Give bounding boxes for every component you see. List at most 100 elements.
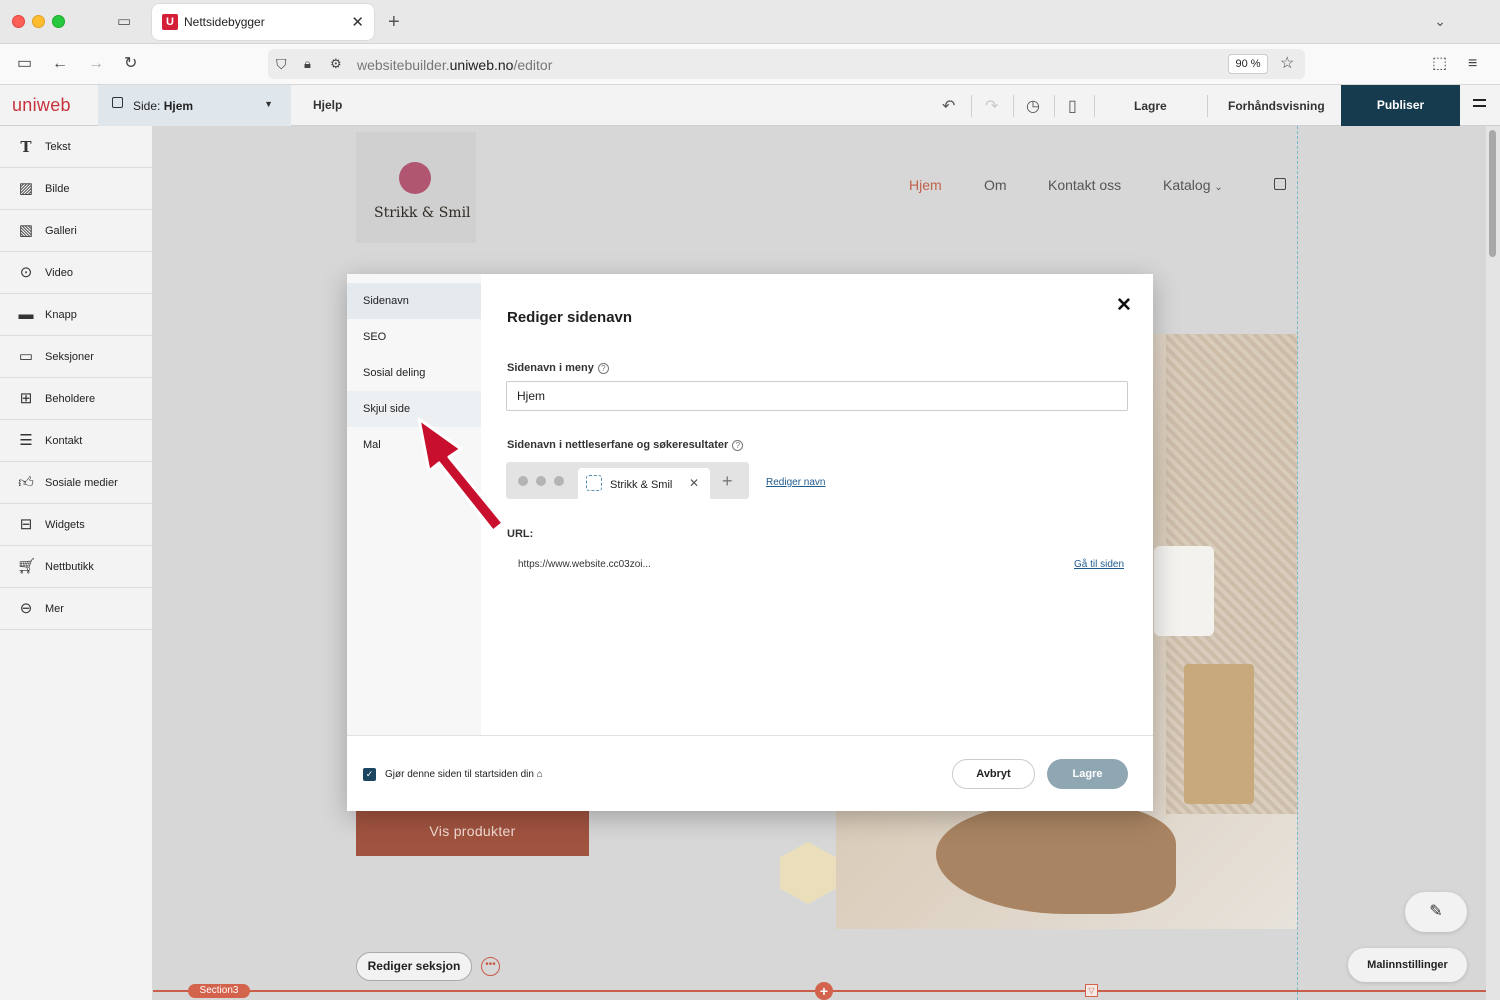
site-nav-om[interactable]: Om bbox=[984, 177, 1007, 193]
extensions-icon[interactable]: ⬚ bbox=[1432, 55, 1447, 73]
help-circle-icon[interactable]: ? bbox=[732, 440, 744, 451]
bookmark-star-icon[interactable]: ☆ bbox=[1280, 55, 1294, 73]
widgets-icon: ⊟ bbox=[19, 516, 33, 533]
sidebar-item-tekst[interactable]: T Tekst bbox=[0, 126, 152, 168]
sidebar-item-mer[interactable]: ⊖ Mer bbox=[0, 588, 152, 630]
help-circle-icon[interactable]: ? bbox=[597, 363, 609, 374]
window-dot bbox=[536, 476, 546, 486]
undo-icon[interactable]: ↶ bbox=[942, 96, 955, 116]
edit-name-link[interactable]: Rediger navn bbox=[766, 477, 825, 488]
containers-icon: ⊞ bbox=[19, 390, 33, 407]
tab-sidenavn[interactable]: Sidenavn bbox=[347, 283, 481, 319]
favicon-placeholder-icon[interactable] bbox=[586, 475, 602, 491]
sidebar-item-knapp[interactable]: ▬ Knapp bbox=[0, 294, 152, 336]
menu-name-input[interactable] bbox=[506, 381, 1128, 411]
sidebar-item-galleri[interactable]: ▧ Galleri bbox=[0, 210, 152, 252]
shield-icon[interactable]: ⛉ bbox=[276, 55, 287, 73]
page-icon bbox=[112, 97, 123, 108]
annotation-arrow bbox=[417, 417, 505, 533]
tab-title: Nettsidebygger bbox=[184, 15, 265, 29]
permissions-icon[interactable]: ⚙︎ bbox=[330, 55, 342, 73]
sidebar-item-nettbutikk[interactable]: 🛒︎ Nettbutikk bbox=[0, 546, 152, 588]
browser-tab[interactable]: U Nettsidebygger ✕ bbox=[152, 4, 374, 40]
sidebar-item-sosiale-medier[interactable]: 👍︎ Sosiale medier bbox=[0, 462, 152, 504]
save-button[interactable]: Lagre bbox=[1134, 99, 1167, 113]
boot-shape bbox=[936, 804, 1176, 914]
close-icon[interactable]: ✕ bbox=[1116, 294, 1132, 317]
site-nav-katalog[interactable]: Katalog ⌄ bbox=[1163, 177, 1223, 193]
tea-bag-shape bbox=[1184, 664, 1254, 804]
history-icon[interactable]: ◷ bbox=[1026, 96, 1040, 116]
contact-icon: ☰ bbox=[19, 432, 33, 449]
button-icon: ▬ bbox=[18, 306, 34, 323]
sidebar-item-seksjoner[interactable]: ▭ Seksjoner bbox=[0, 336, 152, 378]
hamburger-menu-icon[interactable] bbox=[1473, 99, 1486, 111]
minimize-window-button[interactable] bbox=[32, 15, 45, 28]
lock-icon[interactable]: 🔒︎ bbox=[304, 55, 311, 73]
mobile-view-icon[interactable]: ▯ bbox=[1068, 96, 1077, 116]
tab-sosial-deling[interactable]: Sosial deling bbox=[347, 355, 481, 391]
browser-tab-preview: Strikk & Smil ✕ + bbox=[506, 462, 749, 499]
style-brush-icon[interactable]: ✎ bbox=[1405, 892, 1467, 932]
maximize-window-button[interactable] bbox=[52, 15, 65, 28]
close-icon: ✕ bbox=[689, 476, 700, 490]
sidebar-item-bilde[interactable]: ▨ Bilde bbox=[0, 168, 152, 210]
more-options-icon[interactable]: ••• bbox=[481, 957, 500, 976]
close-window-button[interactable] bbox=[12, 15, 25, 28]
startpage-checkbox[interactable]: ✓ bbox=[363, 768, 376, 781]
app-menu-icon[interactable]: ≡ bbox=[1468, 55, 1477, 73]
uniweb-favicon-icon: U bbox=[162, 14, 178, 30]
edit-section-button[interactable]: Rediger seksjon bbox=[356, 952, 472, 981]
browser-titlebar: ▭ U Nettsidebygger ✕ + ⌄ bbox=[0, 0, 1500, 44]
close-tab-icon[interactable]: ✕ bbox=[351, 13, 364, 31]
tab-seo[interactable]: SEO bbox=[347, 319, 481, 355]
url-text[interactable]: websitebuilder.uniweb.no/editor bbox=[357, 57, 552, 73]
move-section-down-icon[interactable]: ▽ bbox=[1085, 984, 1098, 997]
back-icon[interactable]: ← bbox=[52, 55, 68, 73]
sidebar-item-kontakt[interactable]: ☰ Kontakt bbox=[0, 420, 152, 462]
gallery-icon: ▧ bbox=[18, 222, 34, 239]
sections-icon: ▭ bbox=[18, 348, 34, 365]
save-dialog-button[interactable]: Lagre bbox=[1047, 759, 1128, 789]
thumbs-up-icon: 👍︎ bbox=[18, 474, 34, 491]
page-selector[interactable]: Side: Hjem ▼ bbox=[98, 85, 291, 126]
browser-name-label: Sidenavn i nettleserfane og søkeresultat… bbox=[507, 439, 744, 451]
zoom-level[interactable]: 90 % bbox=[1228, 54, 1268, 74]
template-settings-button[interactable]: Malinnstillinger bbox=[1348, 948, 1467, 982]
home-icon: ⌂ bbox=[536, 769, 543, 780]
sidebar-item-widgets[interactable]: ⊟ Widgets bbox=[0, 504, 152, 546]
cancel-button[interactable]: Avbryt bbox=[952, 759, 1035, 789]
site-nav-kontakt[interactable]: Kontakt oss bbox=[1048, 177, 1121, 193]
shopping-bag-icon[interactable] bbox=[1274, 178, 1286, 190]
publish-button[interactable]: Publiser bbox=[1341, 85, 1460, 126]
section-tag[interactable]: Section3 bbox=[188, 984, 250, 998]
redo-icon[interactable]: ↷ bbox=[985, 96, 998, 116]
startpage-label[interactable]: Gjør denne siden til startsiden din ⌂ bbox=[385, 769, 543, 780]
mug-shape bbox=[1154, 546, 1214, 636]
vertical-scrollbar[interactable] bbox=[1486, 126, 1500, 1000]
forward-icon[interactable]: → bbox=[88, 55, 104, 73]
help-button[interactable]: Hjelp bbox=[313, 98, 342, 112]
go-to-page-link[interactable]: Gå til siden bbox=[1074, 559, 1124, 570]
site-nav-hjem[interactable]: Hjem bbox=[909, 177, 942, 193]
preview-button[interactable]: Forhåndsvisning bbox=[1228, 99, 1325, 113]
chevron-down-icon: ⌄ bbox=[1214, 182, 1223, 193]
address-bar[interactable]: ⛉ 🔒︎ ⚙︎ websitebuilder.uniweb.no/editor … bbox=[268, 49, 1305, 79]
elements-sidebar: T Tekst ▨ Bilde ▧ Galleri ⊙ Video ▬ Knapp ▭ Se… bbox=[0, 126, 153, 1000]
new-tab-icon[interactable]: + bbox=[388, 12, 400, 32]
site-logo[interactable]: Strikk & Smil bbox=[356, 132, 476, 243]
reload-icon[interactable]: ↻ bbox=[124, 55, 137, 73]
cart-icon: 🛒︎ bbox=[17, 558, 37, 575]
site-name: Strikk & Smil bbox=[374, 205, 471, 221]
image-icon: ▨ bbox=[18, 180, 34, 197]
chevron-down-icon[interactable]: ⌄ bbox=[1434, 13, 1446, 30]
more-icon: ⊖ bbox=[19, 600, 33, 617]
add-section-icon[interactable]: + bbox=[815, 982, 833, 1000]
sidebar-item-beholdere[interactable]: ⊞ Beholdere bbox=[0, 378, 152, 420]
tab-overview-icon[interactable]: ▭ bbox=[117, 14, 131, 30]
hexagon-decoration bbox=[780, 842, 836, 904]
scrollbar-thumb[interactable] bbox=[1489, 130, 1496, 257]
sidebar-item-video[interactable]: ⊙ Video bbox=[0, 252, 152, 294]
view-products-button[interactable]: Vis produkter bbox=[356, 806, 589, 856]
sidebar-toggle-icon[interactable]: ▭ bbox=[17, 55, 32, 73]
